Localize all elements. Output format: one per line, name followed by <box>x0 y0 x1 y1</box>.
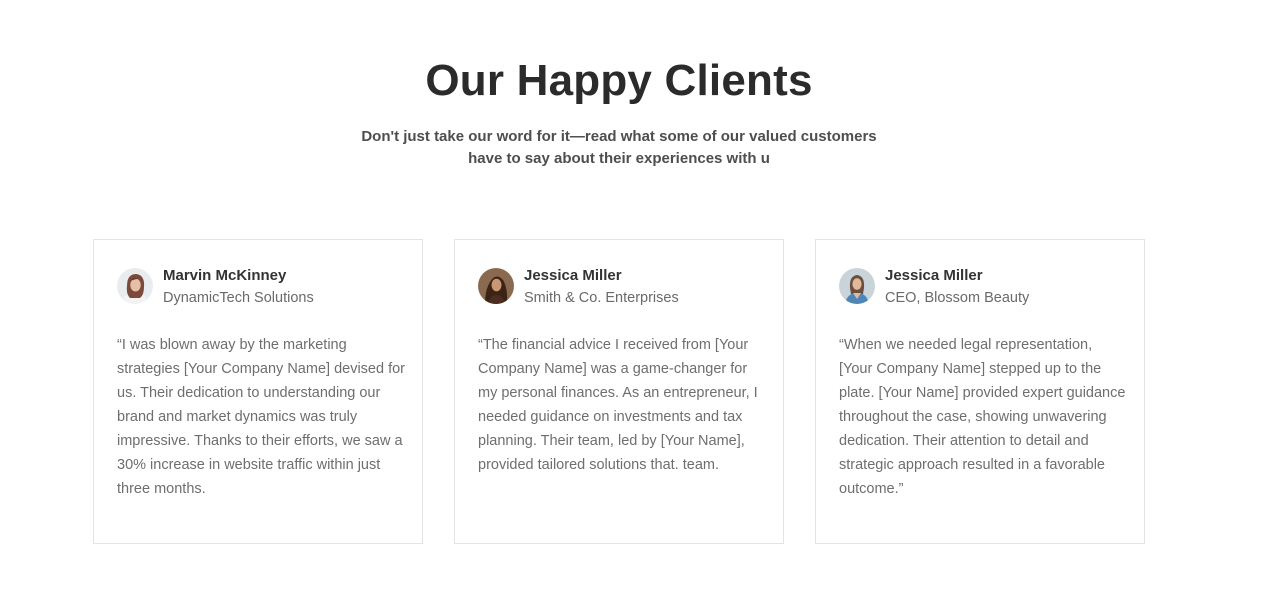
testimonial-list: Marvin McKinney DynamicTech Solutions “I… <box>93 239 1145 544</box>
testimonial-author: Marvin McKinney DynamicTech Solutions <box>117 267 314 307</box>
author-name: Jessica Miller <box>524 267 622 284</box>
testimonial-card: Jessica Miller Smith & Co. Enterprises “… <box>454 239 784 544</box>
testimonial-card: Jessica Miller CEO, Blossom Beauty “When… <box>815 239 1145 544</box>
avatar-photo-icon <box>478 268 514 304</box>
section-subtitle: Don't just take our word for it—read wha… <box>0 126 1238 170</box>
section-title: Our Happy Clients <box>425 56 813 105</box>
author-info: Jessica Miller Smith & Co. Enterprises <box>524 267 679 307</box>
author-name: Marvin McKinney <box>163 267 287 284</box>
avatar <box>478 268 514 304</box>
avatar <box>839 268 875 304</box>
avatar <box>117 268 153 304</box>
testimonial-card: Marvin McKinney DynamicTech Solutions “I… <box>93 239 423 544</box>
author-company: Smith & Co. Enterprises <box>524 290 679 306</box>
author-info: Jessica Miller CEO, Blossom Beauty <box>885 267 1029 307</box>
author-company: DynamicTech Solutions <box>163 290 314 306</box>
author-company: CEO, Blossom Beauty <box>885 290 1030 306</box>
author-info: Marvin McKinney DynamicTech Solutions <box>163 267 314 307</box>
testimonials-section: Our Happy Clients Don't just take our wo… <box>0 0 1280 604</box>
testimonial-quote: “When we needed legal representation, [Y… <box>839 337 1126 497</box>
avatar-photo-icon <box>839 268 875 304</box>
subtitle-line-2: have to say about their experiences with… <box>468 150 770 167</box>
testimonial-author: Jessica Miller Smith & Co. Enterprises <box>478 267 679 307</box>
subtitle-line-1: Don't just take our word for it—read wha… <box>361 128 877 145</box>
avatar-photo-icon <box>117 268 153 304</box>
testimonial-quote: “I was blown away by the marketing strat… <box>117 337 405 497</box>
testimonial-author: Jessica Miller CEO, Blossom Beauty <box>839 267 1029 307</box>
testimonial-quote: “The financial advice I received from [Y… <box>478 337 758 473</box>
author-name: Jessica Miller <box>885 267 983 284</box>
